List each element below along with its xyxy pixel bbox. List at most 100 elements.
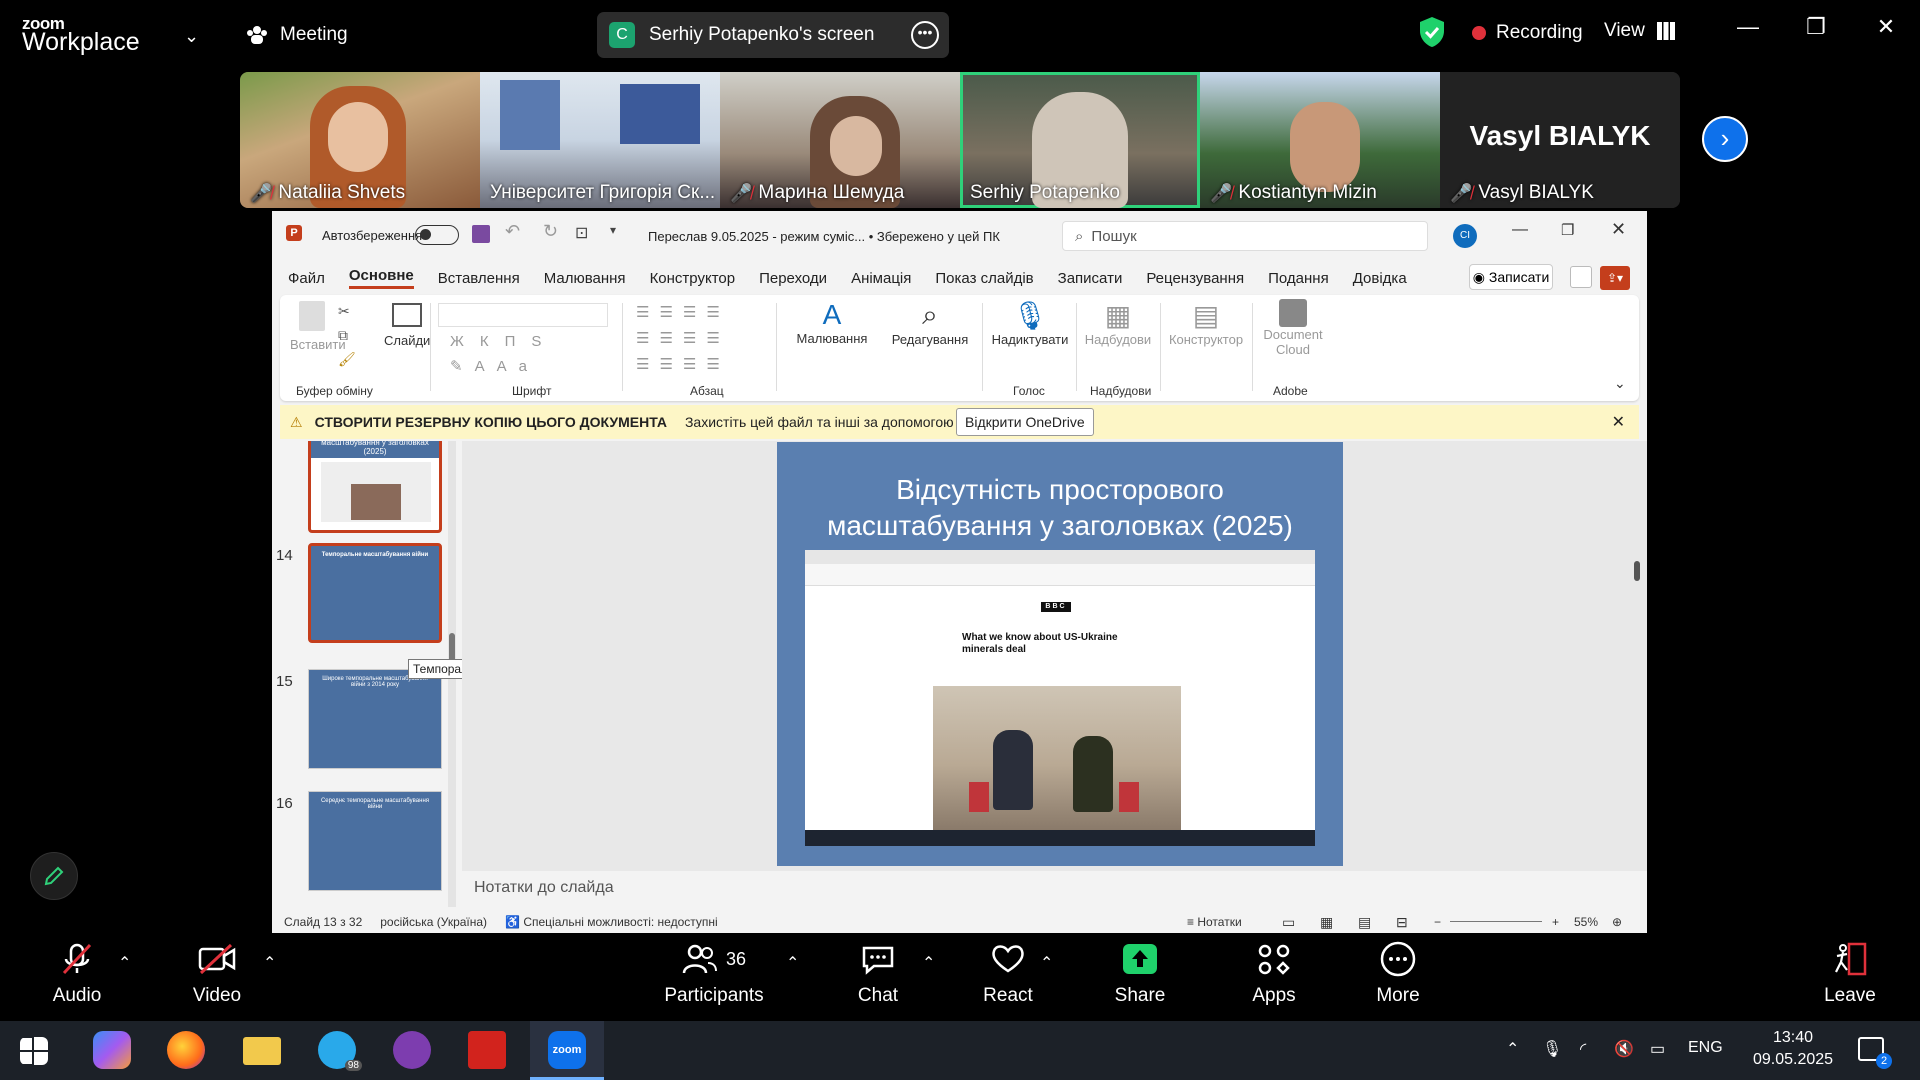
collapse-ribbon-icon[interactable]: ⌄ (1614, 375, 1626, 392)
thumbnail-slide-16[interactable]: Середнє темпоральне масштабування війни (308, 791, 442, 891)
leave-button[interactable]: Leave (1818, 933, 1882, 1021)
normal-view-icon[interactable]: ▭ (1282, 914, 1295, 931)
close-icon[interactable]: ✕ (1866, 14, 1906, 40)
audio-button[interactable]: Audio (40, 933, 114, 1021)
copilot-icon[interactable] (93, 1031, 131, 1069)
microphone-tray-icon[interactable]: 🎙 (1542, 1039, 1562, 1059)
indent-buttons[interactable]: ☰☰☰☰ (636, 329, 730, 347)
telegram-icon[interactable]: 98 (318, 1031, 362, 1071)
font-name-dropdown[interactable] (438, 303, 608, 327)
zoom-level[interactable]: 55% (1574, 915, 1598, 929)
copy-icon[interactable]: ⧉ (338, 327, 348, 344)
react-button[interactable]: React (976, 933, 1040, 1021)
thumbnail-slide-14[interactable]: Темпоральне масштабування війни (308, 543, 442, 643)
tab-view[interactable]: Подання (1268, 270, 1329, 287)
designer-button[interactable]: ▤ Конструктор (1164, 299, 1248, 347)
thumbnail-slide-15[interactable]: Широке темпоральне масштабування війни з… (308, 669, 442, 769)
close-icon[interactable]: ✕ (1612, 412, 1625, 432)
tab-animations[interactable]: Анімація (851, 270, 911, 287)
participants-options-caret-icon[interactable]: ⌃ (786, 953, 799, 973)
notes-toggle-button[interactable]: ≡ Нотатки (1187, 915, 1242, 929)
redo-icon[interactable]: ↻ (543, 221, 558, 242)
more-options-icon[interactable]: ••• (911, 21, 939, 49)
zoom-taskbar-button[interactable]: zoom (530, 1021, 604, 1080)
windows-start-icon[interactable] (20, 1037, 48, 1065)
screen-share-indicator[interactable]: C Serhiy Potapenko's screen ••• (597, 12, 949, 58)
file-explorer-icon[interactable] (243, 1037, 281, 1065)
undo-icon[interactable]: ↶ (505, 221, 520, 242)
open-onedrive-button[interactable]: Відкрити OneDrive (956, 408, 1094, 436)
search-box[interactable]: ⌕ Пошук (1062, 221, 1428, 251)
annotate-pencil-button[interactable] (30, 852, 78, 900)
paste-button[interactable]: Вставити (290, 301, 346, 352)
editing-button[interactable]: ⌕ Редагування (888, 299, 972, 347)
language-indicator[interactable]: російська (Україна) (380, 915, 487, 929)
adobe-reader-icon[interactable] (468, 1031, 506, 1069)
drawing-button[interactable]: A Малювання (792, 299, 872, 346)
fit-slide-icon[interactable]: ⊕ (1612, 915, 1622, 929)
format-painter-icon[interactable]: 🖌 (338, 351, 356, 368)
document-cloud-button[interactable]: Document Cloud (1256, 299, 1330, 357)
tab-review[interactable]: Рецензування (1146, 270, 1244, 287)
reading-view-icon[interactable]: ▤ (1358, 914, 1371, 931)
save-icon[interactable] (472, 225, 490, 243)
chat-button[interactable]: Chat (846, 933, 910, 1021)
notes-pane[interactable]: Нотатки до слайда (462, 871, 1647, 911)
meeting-menu[interactable]: Meeting (246, 24, 348, 46)
audio-options-caret-icon[interactable]: ⌃ (118, 953, 131, 973)
participant-tile[interactable]: Університет Григорія Ск... (480, 72, 720, 208)
slideshow-view-icon[interactable]: ⊟ (1396, 914, 1408, 931)
autosave-toggle[interactable] (415, 225, 459, 245)
restore-icon[interactable]: ❐ (1561, 221, 1574, 239)
customize-toolbar-icon[interactable]: ▾ (610, 223, 616, 237)
view-button[interactable]: View (1604, 20, 1675, 42)
slide-scrollbar[interactable] (1632, 443, 1642, 871)
show-hidden-icons-icon[interactable]: ⌃ (1506, 1039, 1519, 1059)
wifi-icon[interactable]: ◜ (1580, 1039, 1586, 1059)
zoom-out-icon[interactable]: − (1434, 915, 1441, 929)
list-buttons[interactable]: ☰☰☰☰ (636, 303, 730, 321)
comments-icon[interactable] (1570, 266, 1592, 288)
recording-indicator[interactable]: Recording (1472, 22, 1583, 44)
participant-tile[interactable]: 🎤̸ Nataliia Shvets (240, 72, 480, 208)
minimize-icon[interactable]: — (1728, 14, 1768, 40)
participant-tile[interactable]: Vasyl BIALYK 🎤̸ Vasyl BIALYK (1440, 72, 1680, 208)
security-shield-icon[interactable] (1418, 16, 1446, 48)
file-title[interactable]: Переслав 9.05.2025 - режим суміс... • Зб… (648, 229, 1000, 244)
font-style-buttons[interactable]: ЖКПS (450, 333, 557, 350)
tab-home[interactable]: Основне (348, 267, 414, 289)
more-button[interactable]: More (1366, 933, 1430, 1021)
zoom-slider[interactable] (1450, 921, 1542, 922)
addins-button[interactable]: ▦ Надбудови (1080, 299, 1156, 347)
tab-help[interactable]: Довідка (1353, 270, 1407, 287)
share-icon[interactable]: ⇪▾ (1600, 266, 1630, 290)
zoom-in-icon[interactable]: + (1552, 915, 1559, 929)
record-button[interactable]: ◉ Записати (1469, 264, 1553, 290)
align-buttons[interactable]: ☰☰☰☰ (636, 355, 730, 373)
video-options-caret-icon[interactable]: ⌃ (263, 953, 276, 973)
participant-tile[interactable]: 🎤̸ Kostiantyn Mizin (1200, 72, 1440, 208)
minimize-icon[interactable]: — (1512, 221, 1528, 239)
chat-options-caret-icon[interactable]: ⌃ (922, 953, 935, 973)
dictate-button[interactable]: 🎙 Надиктувати (988, 299, 1072, 347)
present-icon[interactable]: ⊡ (575, 223, 588, 243)
clock[interactable]: 13:40 09.05.2025 (1750, 1027, 1836, 1071)
apps-button[interactable]: Apps (1242, 933, 1306, 1021)
cut-icon[interactable]: ✂ (338, 303, 350, 320)
scrollbar-thumb[interactable] (1634, 561, 1640, 581)
slide-sorter-icon[interactable]: ▦ (1320, 914, 1333, 931)
tab-insert[interactable]: Вставлення (438, 270, 520, 287)
input-language[interactable]: ENG (1688, 1039, 1723, 1057)
slides-button[interactable]: Слайди (384, 303, 430, 348)
accessibility-status[interactable]: ♿ Спеціальні можливості: недоступні (505, 915, 718, 929)
next-page-arrow-icon[interactable]: › (1702, 116, 1748, 162)
thumbnail-slide-13[interactable]: масштабування у заголовках (2025) (308, 441, 442, 533)
restore-icon[interactable]: ❐ (1796, 14, 1836, 40)
tab-file[interactable]: Файл (288, 270, 325, 287)
firefox-icon[interactable] (167, 1031, 205, 1069)
notifications-icon[interactable]: 2 (1858, 1037, 1892, 1069)
font-color-buttons[interactable]: ✎AAa (450, 357, 539, 375)
tab-slideshow[interactable]: Показ слайдів (935, 270, 1033, 287)
participants-button[interactable]: 36 Participants (658, 933, 770, 1021)
react-options-caret-icon[interactable]: ⌃ (1040, 953, 1053, 973)
